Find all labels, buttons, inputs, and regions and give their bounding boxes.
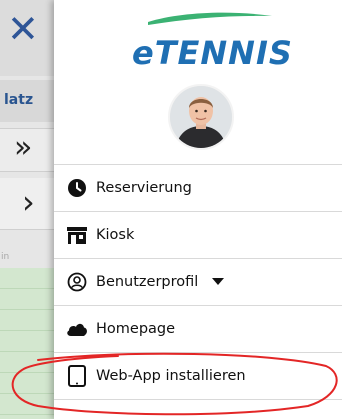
menu-item-homepage[interactable]: Homepage <box>54 306 342 353</box>
background-hint: in <box>0 252 54 266</box>
booking-grid <box>0 268 54 419</box>
menu-item-label: Kiosk <box>96 227 135 243</box>
menu-item-label: Web-App installieren <box>96 368 246 384</box>
avatar[interactable] <box>168 84 234 150</box>
menu-item-label: Reservierung <box>96 180 192 196</box>
background-app: ✕ latz » › in <box>0 0 54 419</box>
menu-item-label: Homepage <box>96 321 176 337</box>
background-tab-label: latz <box>4 92 34 108</box>
etennis-logo: eTENNIS <box>130 8 292 72</box>
background-tab[interactable]: latz <box>0 80 54 122</box>
chevron-right-icon: › <box>22 183 35 221</box>
menu-item-benutzerprofil[interactable]: Benutzerprofil <box>54 259 342 306</box>
background-hint-text: in <box>1 252 10 262</box>
next-page-button[interactable]: » <box>0 128 54 172</box>
user-circle-icon <box>66 271 88 293</box>
drawer-menu: Reservierung Kiosk Benutzerprofil Homepa… <box>54 164 342 400</box>
menu-item-web-app-installieren[interactable]: Web-App installieren <box>54 353 342 400</box>
close-icon: ✕ <box>7 7 39 51</box>
menu-item-kiosk[interactable]: Kiosk <box>54 212 342 259</box>
cloud-icon <box>66 318 88 340</box>
caret-down-icon[interactable] <box>212 278 225 286</box>
menu-item-label: Benutzerprofil <box>96 274 199 290</box>
navigation-drawer: eTENNIS Reservierung Kiosk Benutzerprofi… <box>54 0 342 419</box>
logo-swoosh-icon <box>148 12 272 25</box>
double-chevron-right-icon: » <box>14 130 33 165</box>
clock-icon <box>66 177 88 199</box>
user-photo-icon <box>170 86 232 148</box>
tablet-icon <box>66 365 88 387</box>
menu-item-reservierung[interactable]: Reservierung <box>54 165 342 212</box>
kiosk-store-icon <box>66 224 88 246</box>
logo-text: eTENNIS <box>132 34 293 72</box>
close-drawer-button[interactable]: ✕ <box>0 0 54 76</box>
next-day-button[interactable]: › <box>0 178 54 230</box>
